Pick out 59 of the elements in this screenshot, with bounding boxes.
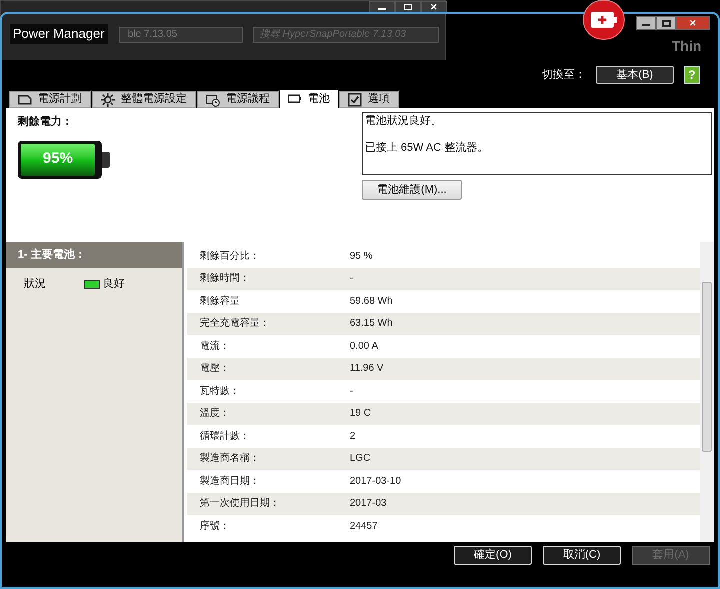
- charge-percent: 95%: [43, 149, 74, 170]
- close-icon: [430, 3, 438, 11]
- tab[interactable]: 電源議程: [197, 91, 279, 108]
- detail-value: 2017-03: [350, 497, 387, 512]
- dialog-button[interactable]: 確定(O): [454, 546, 532, 565]
- detail-label: 製造商名稱：: [199, 452, 261, 466]
- detail-label: 剩餘百分比：: [199, 250, 261, 264]
- battery-maintenance-button[interactable]: 電池維護(M)...: [362, 180, 462, 200]
- checkbox-icon: [348, 92, 362, 106]
- detail-label: 電壓：: [199, 362, 231, 376]
- detail-value: 19 C: [350, 407, 372, 422]
- tab[interactable]: 選項: [339, 91, 399, 108]
- detail-label: 溫度：: [199, 406, 231, 422]
- battery-icon: [288, 92, 302, 106]
- detail-value: -: [350, 272, 354, 286]
- status-value: 良好: [103, 276, 125, 292]
- detail-label: 序號：: [199, 520, 231, 534]
- document-icon: [18, 92, 32, 106]
- close-button[interactable]: [676, 16, 710, 30]
- detail-value: 11.96 V: [350, 362, 384, 376]
- detail-label: 循環計數：: [199, 430, 251, 444]
- detail-value: 63.15 Wh: [350, 317, 393, 332]
- dialog-button[interactable]: 取消(C): [543, 546, 621, 565]
- detail-label: 完全充電容量：: [199, 316, 271, 332]
- clock-icon: [206, 92, 220, 106]
- tab[interactable]: 電源計劃: [9, 91, 91, 108]
- remaining-charge-label: 剩餘電力：: [18, 114, 74, 130]
- tab[interactable]: 電池: [280, 90, 338, 108]
- detail-value: 2017-03-10: [350, 474, 402, 489]
- detail-value: -: [350, 384, 354, 399]
- detail-label: 電流：: [199, 340, 231, 354]
- window-title: Power Manager: [10, 24, 108, 44]
- switch-label: 切換至：: [542, 68, 586, 83]
- detail-value: 2: [350, 430, 356, 444]
- battery-terminal: [102, 152, 110, 168]
- scrollbar[interactable]: [700, 242, 714, 542]
- desktop-logo: Thin: [672, 38, 702, 54]
- detail-value: 24457: [350, 520, 378, 534]
- minimize-button[interactable]: [636, 16, 656, 30]
- close-icon: [689, 19, 697, 27]
- detail-label: 瓦特數：: [199, 384, 241, 399]
- detail-label: 製造商日期：: [199, 474, 261, 489]
- tab[interactable]: 整體電源設定: [92, 91, 196, 108]
- detail-label: 第一次使用日期：: [199, 496, 281, 512]
- gear-icon: [101, 92, 115, 106]
- maximize-button[interactable]: [656, 16, 676, 30]
- detail-label: 剩餘容量: [199, 294, 241, 309]
- basic-mode-button[interactable]: 基本(B): [596, 66, 674, 84]
- detail-label: 剩餘時間：: [199, 272, 251, 286]
- status-message: 已接上 65W AC 整流器。: [365, 141, 490, 156]
- battery-plus-icon: [583, 0, 625, 40]
- detail-value: LGC: [350, 452, 371, 466]
- status-message: 電池狀況良好。: [365, 114, 443, 129]
- detail-value: 95 %: [350, 250, 373, 264]
- address-bar: ble 7.13.05: [119, 27, 243, 43]
- detail-value: 59.68 Wh: [350, 294, 393, 309]
- battery-section-header: 1- 主要電池：: [18, 248, 86, 263]
- status-label: 狀況: [24, 277, 47, 292]
- detail-value: 0.00 A: [350, 340, 378, 354]
